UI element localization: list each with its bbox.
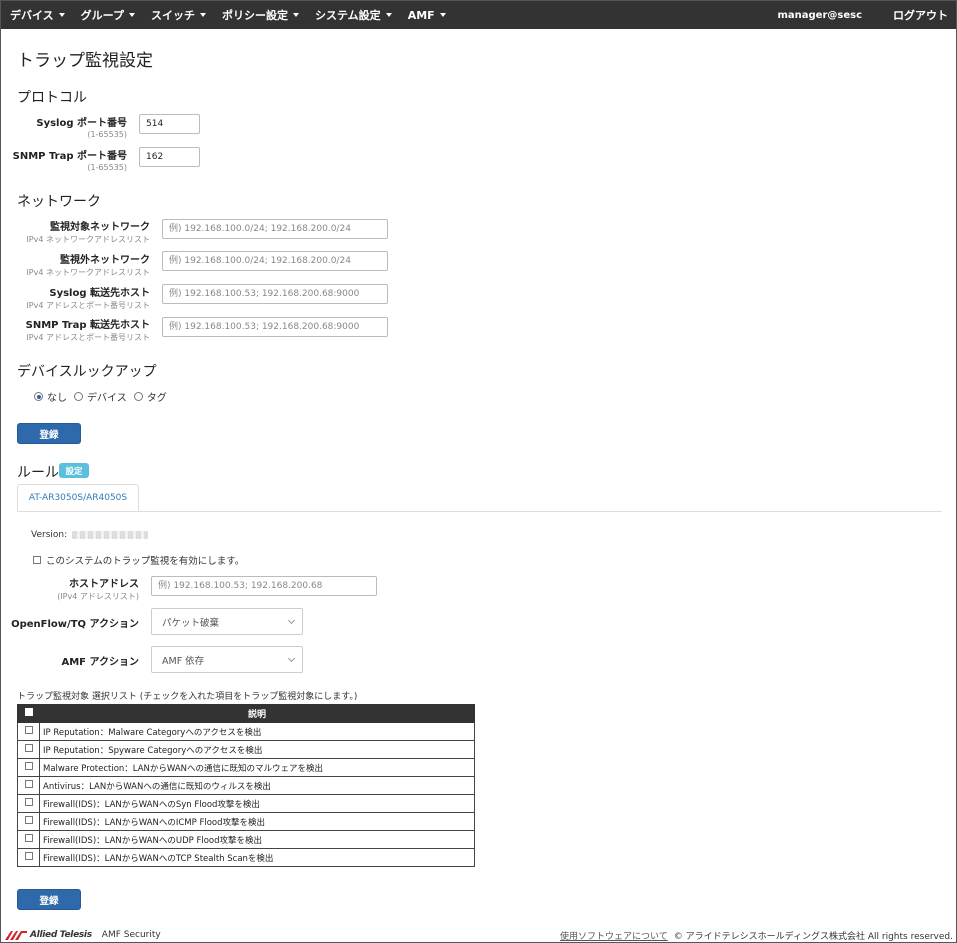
radio-tag[interactable]	[133, 392, 143, 401]
table-row: IP Reputation：Spyware Categoryへのアクセスを検出	[17, 740, 475, 759]
monitored-network-input[interactable]: 例) 192.168.100.0/24; 192.168.200.0/24	[162, 219, 388, 239]
version-value-redacted	[72, 531, 149, 539]
footer-right: 使用ソフトウェアについて © アライドテレシスホールディングス株式会社 All …	[560, 929, 953, 942]
monitored-network-label: 監視対象ネットワーク IPv4 ネットワークアドレスリスト	[26, 222, 150, 244]
tab-ar3050s[interactable]: AT-AR3050S/AR4050S	[17, 484, 139, 512]
caret-down-icon	[58, 13, 65, 17]
row-checkbox[interactable]	[24, 780, 33, 788]
row-description: Firewall(IDS)：LANからWANへのSyn Flood攻撃を検出	[39, 794, 475, 813]
nav-right: manager@sesc ログアウト	[777, 7, 956, 23]
caret-down-icon	[200, 13, 207, 17]
column-header-description: 説明	[39, 704, 475, 723]
row-description: Firewall(IDS)：LANからWANへのUDP Flood攻撃を検出	[39, 830, 475, 849]
row-description: Malware Protection：LANからWANへの通信に既知のマルウェア…	[39, 758, 475, 777]
radio-device-label: デバイス	[87, 393, 127, 404]
snmp-port-label: SNMP Trap ポート番号 (1-65535)	[12, 151, 127, 172]
row-description: Antivirus：LANからWANへの通信に既知のウィルスを検出	[39, 776, 475, 795]
allied-telesis-logo-icon	[5, 930, 27, 940]
row-checkbox[interactable]	[24, 834, 33, 842]
select-all-checkbox[interactable]	[24, 708, 33, 716]
tab-divider	[17, 511, 942, 512]
trap-list-caption: トラップ監視対象 選択リスト (チェックを入れた項目をトラップ監視対象にします。…	[17, 692, 358, 702]
table-header-row: 説明	[17, 704, 475, 723]
rules-settings-badge[interactable]: 設定	[59, 463, 89, 478]
radio-none-label: なし	[47, 393, 67, 404]
version-label: Version:	[31, 530, 68, 540]
company-logo: Allied Telesis	[5, 930, 102, 940]
host-address-label: ホストアドレス (IPv4 アドレスリスト)	[57, 579, 139, 601]
row-description: IP Reputation：Spyware Categoryへのアクセスを検出	[39, 740, 475, 759]
radio-tag-label: タグ	[146, 393, 167, 404]
table-row: Firewall(IDS)：LANからWANへのICMP Flood攻撃を検出	[17, 812, 475, 831]
row-checkbox[interactable]	[24, 762, 33, 770]
register-button-bottom[interactable]: 登録	[17, 889, 81, 910]
nav-item-policy[interactable]: ポリシー設定	[222, 7, 300, 23]
row-checkbox[interactable]	[24, 798, 33, 806]
row-description: IP Reputation：Malware Categoryへのアクセスを検出	[39, 722, 475, 741]
enable-checkbox[interactable]	[33, 556, 41, 564]
snmp-forward-label: SNMP Trap 転送先ホスト IPv4 アドレスとポート番号リスト	[25, 320, 150, 342]
logout-link[interactable]: ログアウト	[893, 7, 948, 23]
caret-down-icon	[439, 13, 446, 17]
syslog-forward-label: Syslog 転送先ホスト IPv4 アドレスとポート番号リスト	[26, 288, 150, 310]
row-checkbox[interactable]	[24, 816, 33, 824]
table-row: Antivirus：LANからWANへの通信に既知のウィルスを検出	[17, 776, 475, 795]
excluded-network-input[interactable]: 例) 192.168.100.0/24; 192.168.200.0/24	[162, 251, 388, 271]
caret-down-icon	[385, 13, 392, 17]
excluded-network-label: 監視外ネットワーク IPv4 ネットワークアドレスリスト	[26, 255, 150, 277]
radio-device[interactable]	[74, 392, 83, 401]
chevron-down-icon	[287, 616, 296, 625]
row-checkbox[interactable]	[24, 852, 33, 860]
chevron-down-icon	[287, 654, 296, 663]
table-row: Firewall(IDS)：LANからWANへのSyn Flood攻撃を検出	[17, 794, 475, 813]
trap-target-table: 説明 IP Reputation：Malware Categoryへのアクセスを…	[17, 704, 475, 867]
table-row: Firewall(IDS)：LANからWANへのUDP Flood攻撃を検出	[17, 830, 475, 849]
caret-down-icon	[129, 13, 136, 17]
nav-user[interactable]: manager@sesc	[777, 10, 862, 21]
openflow-action-label: OpenFlow/TQ アクション	[11, 619, 139, 630]
nav-item-system[interactable]: システム設定	[315, 7, 392, 23]
product-name: AMF Security	[101, 930, 161, 940]
table-row: IP Reputation：Malware Categoryへのアクセスを検出	[17, 722, 475, 741]
nav-menu: デバイス グループ スイッチ ポリシー設定 システム設定 AMF	[1, 7, 462, 23]
caret-down-icon	[293, 13, 300, 17]
page-title: トラップ監視設定	[17, 51, 153, 71]
enable-label: このシステムのトラップ監視を有効にします。	[46, 556, 245, 567]
version-row: Version:	[31, 530, 149, 540]
row-description: Firewall(IDS)：LANからWANへのTCP Stealth Scan…	[39, 848, 475, 867]
amf-action-label: AMF アクション	[61, 657, 139, 668]
nav-item-groups[interactable]: グループ	[81, 7, 136, 23]
top-navbar: デバイス グループ スイッチ ポリシー設定 システム設定 AMF manager…	[1, 1, 956, 29]
table-row: Malware Protection：LANからWANへの通信に既知のマルウェア…	[17, 758, 475, 777]
nav-item-amf[interactable]: AMF	[408, 9, 446, 22]
nav-item-switches[interactable]: スイッチ	[151, 7, 207, 23]
register-button-top[interactable]: 登録	[17, 423, 81, 444]
syslog-port-label: Syslog ポート番号 (1-65535)	[36, 118, 127, 139]
copyright: © アライドテレシスホールディングス株式会社 All rights reserv…	[673, 931, 953, 942]
radio-none[interactable]	[34, 392, 43, 401]
software-info-link[interactable]: 使用ソフトウェアについて	[560, 929, 668, 942]
section-title-lookup: デバイスルックアップ	[17, 364, 157, 380]
amf-action-select[interactable]: AMF 依存	[151, 646, 303, 673]
footer: Allied Telesis AMF Security 使用ソフトウェアについて…	[1, 927, 956, 943]
host-address-input[interactable]: 例) 192.168.100.53; 192.168.200.68	[151, 576, 377, 596]
table-row: Firewall(IDS)：LANからWANへのTCP Stealth Scan…	[17, 848, 475, 867]
snmp-port-input[interactable]: 162	[139, 147, 200, 167]
openflow-action-select[interactable]: パケット破棄	[151, 608, 303, 635]
syslog-forward-input[interactable]: 例) 192.168.100.53; 192.168.200.68:9000	[162, 284, 388, 304]
row-checkbox[interactable]	[24, 744, 33, 752]
snmp-forward-input[interactable]: 例) 192.168.100.53; 192.168.200.68:9000	[162, 317, 388, 337]
nav-item-devices[interactable]: デバイス	[10, 7, 65, 23]
lookup-radio-group: なし デバイス タグ	[34, 389, 174, 404]
enable-row: このシステムのトラップ監視を有効にします。	[33, 553, 244, 567]
section-title-rules: ルール	[17, 465, 59, 481]
section-title-protocol: プロトコル	[17, 90, 87, 106]
syslog-port-input[interactable]: 514	[139, 114, 200, 134]
section-title-network: ネットワーク	[17, 194, 101, 210]
row-checkbox[interactable]	[24, 726, 33, 734]
row-description: Firewall(IDS)：LANからWANへのICMP Flood攻撃を検出	[39, 812, 475, 831]
